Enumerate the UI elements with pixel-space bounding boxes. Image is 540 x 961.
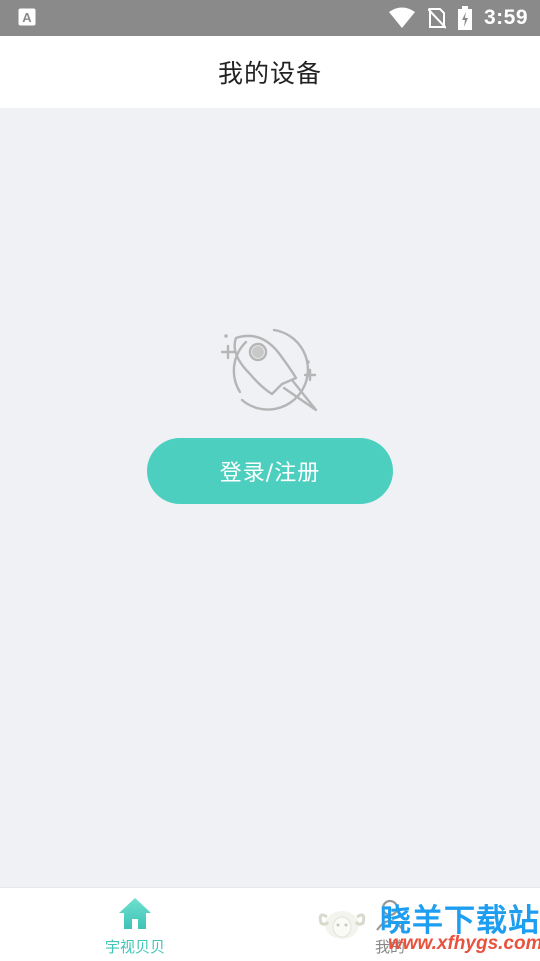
login-register-button[interactable]: 登录/注册 bbox=[147, 438, 393, 504]
status-time: 3:59 bbox=[483, 6, 528, 29]
home-icon bbox=[119, 898, 151, 929]
watermark-site-url: www.xfhygs.com bbox=[388, 933, 540, 954]
tab-home[interactable]: 宇视贝贝 bbox=[75, 888, 195, 961]
status-bar: A 3:59 bbox=[0, 0, 540, 36]
no-sim-icon bbox=[427, 8, 446, 29]
battery-charging-icon bbox=[457, 6, 472, 30]
wifi-icon bbox=[388, 7, 415, 28]
a-notification-icon: A bbox=[18, 8, 36, 26]
site-watermark: 晓羊下载站 www.xfhygs.com bbox=[308, 893, 540, 960]
page-title: 我的设备 bbox=[217, 59, 322, 88]
sheep-logo-icon bbox=[318, 911, 366, 939]
svg-text:A: A bbox=[22, 10, 32, 25]
header-bar: 我的设备 bbox=[0, 36, 540, 108]
tab-label-home: 宇视贝贝 bbox=[104, 938, 165, 956]
rocket-icon bbox=[220, 328, 318, 412]
